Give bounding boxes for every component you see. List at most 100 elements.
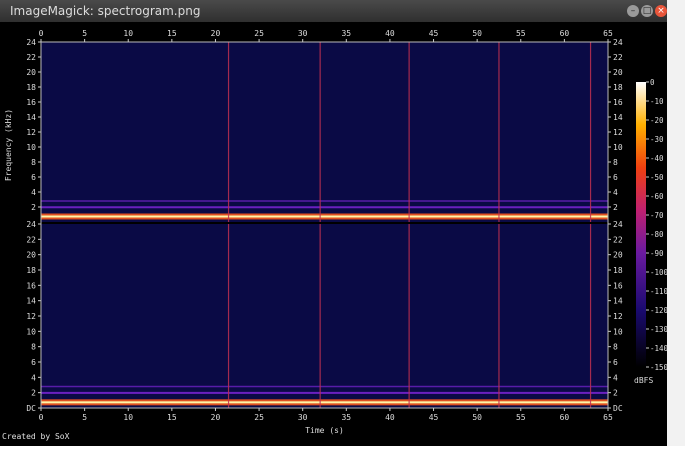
x-tick-label: 0 [39,413,44,422]
app-window: ImageMagick: spectrogram.png – □ × 22446… [0,0,669,446]
y-tick-label: 14 [26,113,36,122]
x-tick-label-top: 55 [516,29,526,38]
minimize-button[interactable]: – [627,5,639,17]
x-tick-label: 60 [560,413,570,422]
colorbar-tick-label: -60 [650,192,664,201]
colorbar-tick-label: -70 [650,211,664,220]
y-tick-label: 24 [26,38,36,47]
frequency-band-peak [41,401,608,404]
y-tick-label-right: 6 [613,173,618,182]
y-tick-label: 16 [26,98,36,107]
colorbar-tick-label: -100 [650,268,667,277]
x-tick-label: 45 [429,413,439,422]
y-axis-title: Frequency (kHz) [4,109,13,181]
y-tick-label: 6 [31,358,36,367]
colorbar-tick-label: -80 [650,230,664,239]
colorbar-tick-label: -130 [650,325,667,334]
frequency-band-harmonic [41,391,608,394]
colorbar-tick-label: -20 [650,116,664,125]
x-tick-label-top: 50 [472,29,482,38]
close-button[interactable]: × [655,5,667,17]
y-tick-label-right: 18 [613,83,623,92]
x-tick-label-top: 30 [298,29,308,38]
y-tick-label: 20 [26,68,36,77]
colorbar-unit: dBFS [634,376,653,385]
desktop-edge [667,0,685,460]
spectrogram-panel-lower [41,224,608,408]
title-bar[interactable]: ImageMagick: spectrogram.png – □ × [0,0,667,22]
x-tick-label: 65 [603,413,613,422]
colorbar-tick-label: -40 [650,154,664,163]
x-tick-label-top: 5 [82,29,87,38]
maximize-button[interactable]: □ [641,5,653,17]
window-title: ImageMagick: spectrogram.png [10,4,201,18]
y-tick-label-right: 14 [613,113,623,122]
y-tick-label: 8 [31,343,36,352]
y-tick-label: 24 [26,220,36,229]
y-tick-label: 22 [26,53,36,62]
y-tick-label: 18 [26,83,36,92]
y-tick-label-right: 24 [613,220,623,229]
y-tick-label-right: 12 [613,128,623,137]
y-tick-label: 22 [26,235,36,244]
y-tick-label-right: 20 [613,251,623,260]
colorbar-tick-label: -50 [650,173,664,182]
colorbar-tick-label: -150 [650,363,667,372]
y-tick-label-right: 2 [613,389,618,398]
colorbar-tick-label: -90 [650,249,664,258]
colorbar-tick-label: -110 [650,287,667,296]
x-tick-label: 25 [254,413,264,422]
frequency-band-harmonic-2 [41,200,608,202]
y-tick-label-right: 16 [613,98,623,107]
frequency-band-peak [41,215,608,218]
x-tick-label: 10 [123,413,133,422]
x-tick-label-top: 10 [123,29,133,38]
y-tick-label-right: 2 [613,203,618,212]
y-tick-label-right: DC [613,404,623,413]
y-tick-label-right: 4 [613,373,618,382]
x-tick-label-top: 65 [603,29,613,38]
y-tick-label: 10 [26,143,36,152]
y-tick-label: 12 [26,128,36,137]
x-tick-label-top: 60 [560,29,570,38]
y-tick-label: 10 [26,327,36,336]
y-tick-label: 20 [26,251,36,260]
y-tick-label-right: 20 [613,68,623,77]
x-tick-label-top: 40 [385,29,395,38]
credit-text: Created by SoX [2,432,70,441]
y-tick-label-right: 10 [613,327,623,336]
x-tick-label: 20 [211,413,221,422]
y-tick-label: 4 [31,188,36,197]
y-tick-label: 14 [26,297,36,306]
y-tick-label-right: 24 [613,38,623,47]
x-tick-label: 35 [341,413,351,422]
y-tick-label-right: 4 [613,188,618,197]
image-viewport: 2 2 4 4 6 6 8 8 10 10 12 12 14 14 16 16 18 18 20 20 22 22 24 24… [0,22,669,446]
y-tick-label-right: 22 [613,235,623,244]
y-tick-label: 2 [31,389,36,398]
y-tick-label-right: 6 [613,358,618,367]
x-tick-label: 30 [298,413,308,422]
y-tick-label-right: 16 [613,281,623,290]
y-tick-label: 2 [31,203,36,212]
x-tick-label-top: 25 [254,29,264,38]
y-tick-label-right: 22 [613,53,623,62]
spectrogram-image: 2 24 46 68 810 1012 1214 1416 1618 1820 2022 2224 24… [4,29,669,435]
colorbar-tick-label: -30 [650,135,664,144]
x-tick-label-top: 0 [39,29,44,38]
spectrogram-panel-upper [41,42,608,222]
x-tick-label: 40 [385,413,395,422]
y-tick-label: 4 [31,373,36,382]
desktop-bottom [0,446,685,460]
y-tick-label: 18 [26,266,36,275]
colorbar-tick-label: 0 [650,78,655,87]
x-tick-label: 15 [167,413,177,422]
y-tick-label: 6 [31,173,36,182]
y-tick-label-right: 18 [613,266,623,275]
y-tick-label-right: 8 [613,343,618,352]
x-tick-label: 55 [516,413,526,422]
frequency-band-harmonic-2 [41,385,608,388]
y-tick-label-right: 8 [613,158,618,167]
y-tick-label: 8 [31,158,36,167]
y-tick-label-right: 14 [613,297,623,306]
